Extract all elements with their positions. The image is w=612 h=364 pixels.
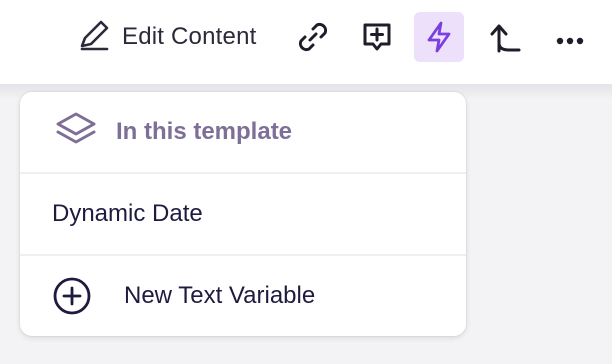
new-text-variable-button[interactable]: New Text Variable (20, 256, 466, 336)
new-text-variable-label: New Text Variable (124, 282, 316, 309)
plus-circle-icon (52, 276, 92, 316)
dynamic-content-dropdown: In this template Dynamic Date New Text V… (20, 92, 466, 336)
edit-content-button[interactable]: Edit Content (76, 18, 256, 56)
add-comment-icon[interactable] (352, 12, 402, 62)
dropdown-item-dynamic-date[interactable]: Dynamic Date (20, 174, 466, 256)
edit-content-label: Edit Content (122, 23, 257, 50)
toolbar: Edit Content (0, 0, 612, 85)
more-horizontal-icon[interactable] (545, 12, 595, 62)
arrow-up-turn-icon[interactable] (480, 12, 530, 62)
dropdown-title: In this template (116, 118, 293, 145)
pencil-icon (76, 17, 112, 58)
dropdown-header: In this template (20, 92, 466, 174)
layers-icon (52, 106, 100, 159)
link-icon[interactable] (288, 12, 338, 62)
dropdown-item-label: Dynamic Date (52, 200, 203, 227)
lightning-icon[interactable] (414, 12, 464, 62)
